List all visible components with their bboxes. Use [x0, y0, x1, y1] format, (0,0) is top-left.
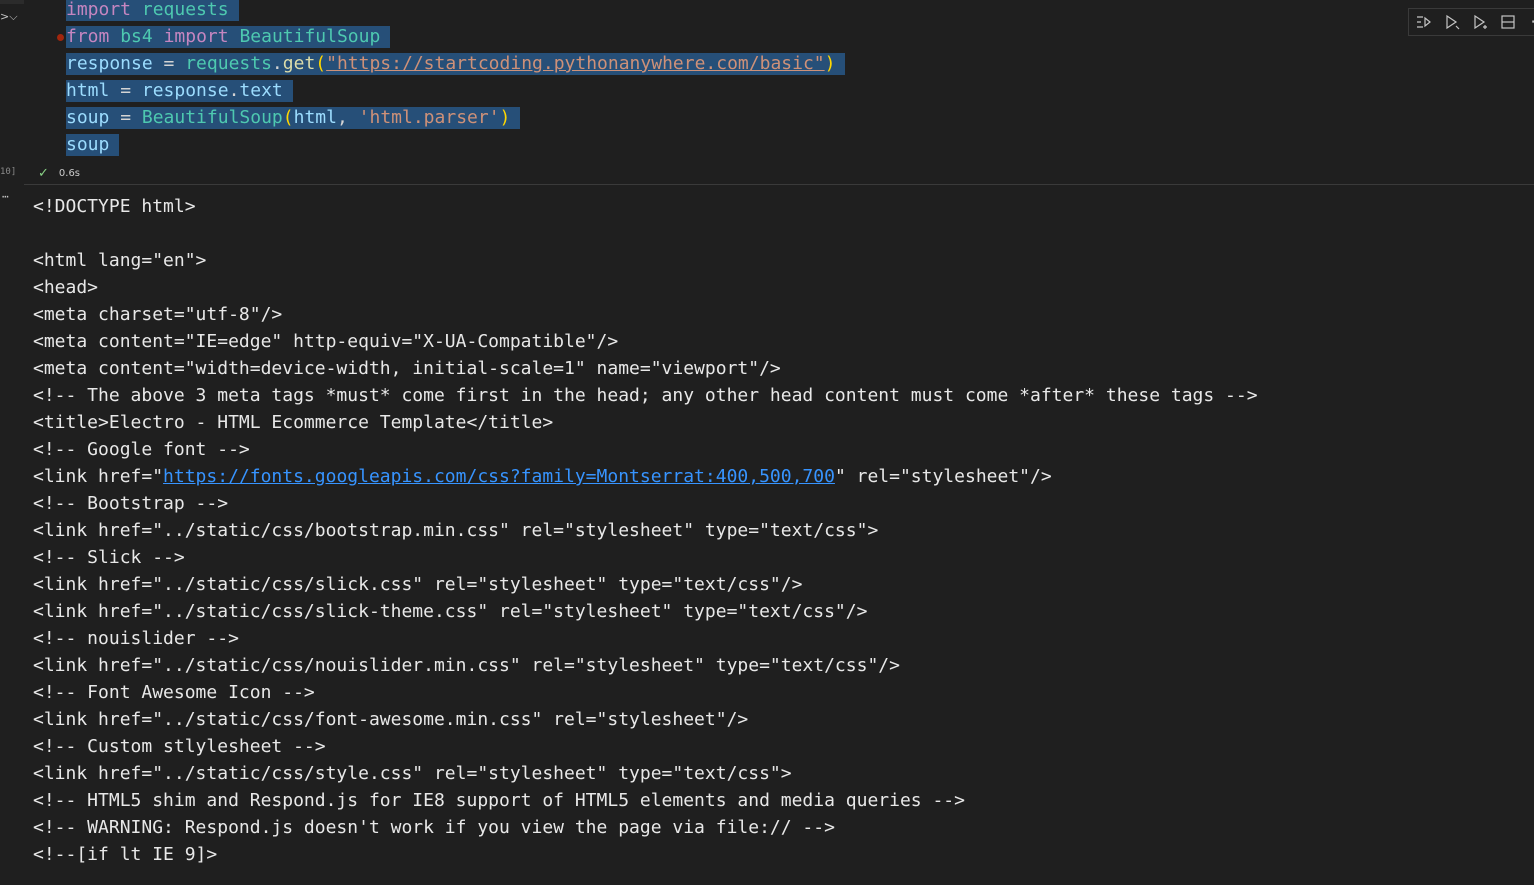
output-line: <link href="../static/css/bootstrap.min.… [33, 520, 879, 541]
output-line: <link href="../static/css/font-awesome.m… [33, 709, 749, 730]
module-requests: requests [141, 0, 229, 20]
var-html: html [66, 80, 110, 101]
kw-import-2: import [163, 26, 229, 47]
code-line-4[interactable]: html = response.text [66, 80, 293, 102]
output-line: <!-- The above 3 meta tags *must* come f… [33, 385, 1258, 406]
collapse-chevron-icon[interactable]: >⌵ [0, 10, 18, 24]
code-line-3[interactable]: response = requests.get("https://startco… [66, 53, 846, 75]
var-soup: soup [66, 107, 110, 128]
paren-close-2: ) [499, 107, 511, 128]
output-line: <meta content="width=device-width, initi… [33, 358, 781, 379]
module-requests-ref: requests [185, 53, 272, 74]
paren-close: ) [824, 53, 836, 74]
output-line: <meta charset="utf-8"/> [33, 304, 283, 325]
output-line: <!DOCTYPE html> [33, 196, 196, 217]
class-beautifulsoup-call: BeautifulSoup [141, 107, 283, 128]
string-url: "https://startcoding.pythonanywhere.com/… [326, 53, 825, 74]
execute-below-icon[interactable] [1469, 11, 1491, 33]
execution-count: 10] [0, 167, 17, 177]
output-line: <!-- Font Awesome Icon --> [33, 682, 315, 703]
output-line: <html lang="en"> [33, 250, 207, 271]
module-bs4: bs4 [120, 26, 153, 47]
kw-from: from [66, 26, 110, 47]
output-line: <head> [33, 277, 99, 298]
breakpoint-icon[interactable] [57, 34, 64, 41]
output-line: <link href="../static/css/slick.css" rel… [33, 574, 803, 595]
kw-import: import [66, 0, 132, 20]
split-cell-icon[interactable] [1497, 11, 1519, 33]
run-by-line-icon[interactable] [1413, 11, 1435, 33]
var-response-ref: response [141, 80, 229, 101]
link-prefix: <link href=" [33, 466, 164, 487]
code-line-2[interactable]: from bs4 import BeautifulSoup [66, 26, 391, 48]
output-line: <!-- nouislider --> [33, 628, 239, 649]
output-more-icon[interactable]: ⋯ [2, 190, 9, 203]
cell-gutter: >⌵ 10] ⋯ [0, 0, 24, 885]
success-check-icon: ✓ [38, 165, 49, 181]
output-line: <meta content="IE=edge" http-equiv="X-UA… [33, 331, 619, 352]
output-divider [24, 184, 1534, 185]
output-line: <!-- WARNING: Respond.js doesn't work if… [33, 817, 835, 838]
code-line-6[interactable]: soup [66, 134, 120, 156]
var-response: response [66, 53, 153, 74]
paren-open: ( [315, 53, 327, 74]
output-line: <link href="../static/css/slick-theme.cs… [33, 601, 868, 622]
output-line: <title>Electro - HTML Ecommerce Template… [33, 412, 554, 433]
code-line-1[interactable]: import requests [66, 0, 239, 21]
code-line-5[interactable]: soup = BeautifulSoup(html, 'html.parser'… [66, 107, 521, 129]
output-line: <link href="../static/css/nouislider.min… [33, 655, 900, 676]
var-soup-ref: soup [66, 134, 110, 155]
output-line: <link href="../static/css/style.css" rel… [33, 763, 792, 784]
output-line: <!-- Custom stlylesheet --> [33, 736, 326, 757]
output-line: <!-- HTML5 shim and Respond.js for IE8 s… [33, 790, 965, 811]
cell-status: ✓ 0.6s [38, 165, 80, 181]
font-link[interactable]: https://fonts.googleapis.com/css?family=… [163, 466, 835, 487]
fn-get: get [282, 53, 316, 74]
execution-duration: 0.6s [58, 167, 81, 179]
output-line: <!-- Slick --> [33, 547, 185, 568]
output-line-link: <link href="https://fonts.googleapis.com… [33, 463, 1523, 490]
output-line: <!-- Bootstrap --> [33, 493, 229, 514]
string-parser: 'html.parser' [358, 107, 500, 128]
output-line: <!--[if lt IE 9]> [33, 844, 218, 865]
class-beautifulsoup: BeautifulSoup [239, 26, 381, 47]
link-suffix: " rel="stylesheet"/> [834, 466, 1052, 487]
paren-open-2: ( [282, 107, 294, 128]
cell-output: <!DOCTYPE html> <html lang="en"> <head> … [33, 193, 1523, 868]
cell-toolbar: ⋯ [1408, 8, 1534, 36]
more-icon[interactable]: ⋯ [1525, 11, 1534, 33]
output-line: <!-- Google font --> [33, 439, 250, 460]
execute-above-icon[interactable] [1441, 11, 1463, 33]
attr-text: text [239, 80, 283, 101]
arg-html: html [293, 107, 337, 128]
